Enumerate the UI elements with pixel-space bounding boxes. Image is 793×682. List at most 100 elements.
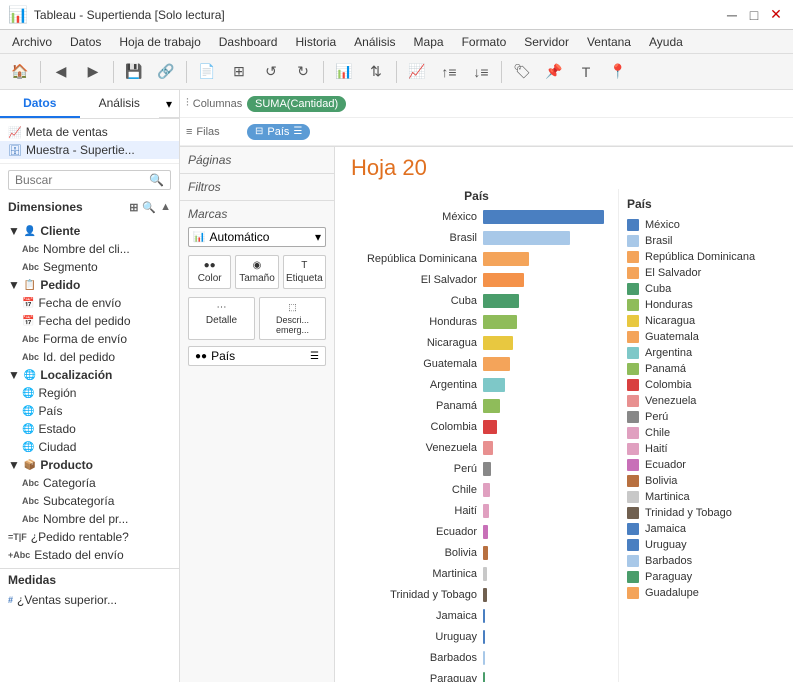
legend-item[interactable]: Paraguay <box>627 569 785 585</box>
bar-row[interactable]: Haití <box>343 501 610 521</box>
bar-row[interactable]: México <box>343 207 610 227</box>
legend-item[interactable]: Cuba <box>627 281 785 297</box>
label-button[interactable]: 🏷 <box>508 58 536 86</box>
menu-formato[interactable]: Formato <box>454 33 515 51</box>
marks-tooltip-btn[interactable]: ⬚ Descri...emerg... <box>259 297 326 340</box>
annotation-button[interactable]: 📌 <box>540 58 568 86</box>
tab-analisis[interactable]: Análisis <box>80 90 160 118</box>
field-subcategoria[interactable]: Abc Subcategoría <box>0 492 179 510</box>
legend-item[interactable]: Nicaragua <box>627 313 785 329</box>
field-ciudad[interactable]: 🌐 Ciudad <box>0 438 179 456</box>
bar-row[interactable]: Bolivia <box>343 543 610 563</box>
search-box[interactable]: 🔍 <box>8 170 171 190</box>
bar-row[interactable]: Brasil <box>343 228 610 248</box>
legend-item[interactable]: Uruguay <box>627 537 785 553</box>
legend-item[interactable]: Haití <box>627 441 785 457</box>
show-me-button[interactable]: 📈 <box>403 58 431 86</box>
marks-label-btn[interactable]: T Etiqueta <box>283 255 326 289</box>
duplicate-button[interactable]: ⊞ <box>225 58 253 86</box>
legend-item[interactable]: Colombia <box>627 377 785 393</box>
legend-item[interactable]: Jamaica <box>627 521 785 537</box>
maximize-button[interactable]: □ <box>745 6 763 24</box>
legend-item[interactable]: Ecuador <box>627 457 785 473</box>
bar-row[interactable]: Martinica <box>343 564 610 584</box>
field-id-pedido[interactable]: Abc Id. del pedido <box>0 348 179 366</box>
marks-type-dropdown[interactable]: 📊 Automático ▾ <box>188 227 326 247</box>
field-estado[interactable]: 🌐 Estado <box>0 420 179 438</box>
field-segmento[interactable]: Abc Segmento <box>0 258 179 276</box>
menu-historia[interactable]: Historia <box>287 33 344 51</box>
bar-row[interactable]: Trinidad y Tobago <box>343 585 610 605</box>
bar-row[interactable]: Nicaragua <box>343 333 610 353</box>
legend-item[interactable]: Guatemala <box>627 329 785 345</box>
field-forma-envio[interactable]: Abc Forma de envío <box>0 330 179 348</box>
grid-view-icon[interactable]: ⊞ <box>129 201 138 214</box>
forward-button[interactable]: ▶ <box>79 58 107 86</box>
field-categoria[interactable]: Abc Categoría <box>0 474 179 492</box>
bar-row[interactable]: Cuba <box>343 291 610 311</box>
legend-item[interactable]: Panamá <box>627 361 785 377</box>
marks-size-btn[interactable]: ◉ Tamaño <box>235 255 278 289</box>
menu-servidor[interactable]: Servidor <box>516 33 577 51</box>
legend-item[interactable]: Honduras <box>627 297 785 313</box>
close-button[interactable]: ✕ <box>767 6 785 24</box>
undo-button[interactable]: ↺ <box>257 58 285 86</box>
menu-mapa[interactable]: Mapa <box>406 33 452 51</box>
search-dim-icon[interactable]: 🔍 <box>142 201 156 214</box>
tab-datos[interactable]: Datos <box>0 90 80 118</box>
field-fecha-envio[interactable]: 📅 Fecha de envío <box>0 294 179 312</box>
marks-color-btn[interactable]: ●● Color <box>188 255 231 289</box>
home-button[interactable]: 🏠 <box>6 58 34 86</box>
bar-row[interactable]: Paraguay <box>343 669 610 682</box>
group-producto[interactable]: ▼ 📦 Producto <box>0 456 179 474</box>
marks-detail-btn[interactable]: ⋯ Detalle <box>188 297 255 340</box>
columns-pill-suma[interactable]: SUMA(Cantidad) <box>247 96 346 112</box>
sort-asc-button[interactable]: ↑≡ <box>435 58 463 86</box>
field-estado-envio[interactable]: +Abc Estado del envío <box>0 546 179 564</box>
minimize-button[interactable]: ─ <box>723 6 741 24</box>
bar-row[interactable]: El Salvador <box>343 270 610 290</box>
menu-ayuda[interactable]: Ayuda <box>641 33 691 51</box>
menu-dashboard[interactable]: Dashboard <box>211 33 286 51</box>
legend-item[interactable]: México <box>627 217 785 233</box>
legend-item[interactable]: Perú <box>627 409 785 425</box>
bar-row[interactable]: República Dominicana <box>343 249 610 269</box>
panel-tab-dropdown[interactable]: ▾ <box>159 90 179 118</box>
bar-row[interactable]: Jamaica <box>343 606 610 626</box>
bar-row[interactable]: Argentina <box>343 375 610 395</box>
add-datasource-button[interactable]: 🔗 <box>152 58 180 86</box>
legend-item[interactable]: Trinidad y Tobago <box>627 505 785 521</box>
legend-item[interactable]: Bolivia <box>627 473 785 489</box>
back-button[interactable]: ◀ <box>47 58 75 86</box>
legend-item[interactable]: Chile <box>627 425 785 441</box>
bar-row[interactable]: Perú <box>343 459 610 479</box>
bar-row[interactable]: Honduras <box>343 312 610 332</box>
bar-row[interactable]: Chile <box>343 480 610 500</box>
legend-item[interactable]: Argentina <box>627 345 785 361</box>
group-localizacion[interactable]: ▼ 🌐 Localización <box>0 366 179 384</box>
bar-row[interactable]: Panamá <box>343 396 610 416</box>
text-button[interactable]: T <box>572 58 600 86</box>
group-pedido[interactable]: ▼ 📋 Pedido <box>0 276 179 294</box>
connect-button[interactable]: 📊 <box>330 58 358 86</box>
legend-item[interactable]: El Salvador <box>627 265 785 281</box>
bar-row[interactable]: Barbados <box>343 648 610 668</box>
save-button[interactable]: 💾 <box>120 58 148 86</box>
new-worksheet-button[interactable]: 📄 <box>193 58 221 86</box>
bar-row[interactable]: Ecuador <box>343 522 610 542</box>
menu-archivo[interactable]: Archivo <box>4 33 60 51</box>
redo-button[interactable]: ↻ <box>289 58 317 86</box>
marks-country-pill[interactable]: ●● País ☰ <box>188 346 326 366</box>
menu-hoja[interactable]: Hoja de trabajo <box>111 33 208 51</box>
legend-item[interactable]: Guadalupe <box>627 585 785 601</box>
sort-desc-button[interactable]: ↓≡ <box>467 58 495 86</box>
menu-analisis[interactable]: Análisis <box>346 33 403 51</box>
field-ventas-superior[interactable]: # ¿Ventas superior... <box>0 591 179 609</box>
group-cliente[interactable]: ▼ 👤 Cliente <box>0 222 179 240</box>
field-pais[interactable]: 🌐 País <box>0 402 179 420</box>
field-nombre-producto[interactable]: Abc Nombre del pr... <box>0 510 179 528</box>
legend-item[interactable]: República Dominicana <box>627 249 785 265</box>
field-region[interactable]: 🌐 Región <box>0 384 179 402</box>
datasource-muestra[interactable]: 🗄 Muestra - Supertie... <box>0 141 179 159</box>
legend-item[interactable]: Barbados <box>627 553 785 569</box>
